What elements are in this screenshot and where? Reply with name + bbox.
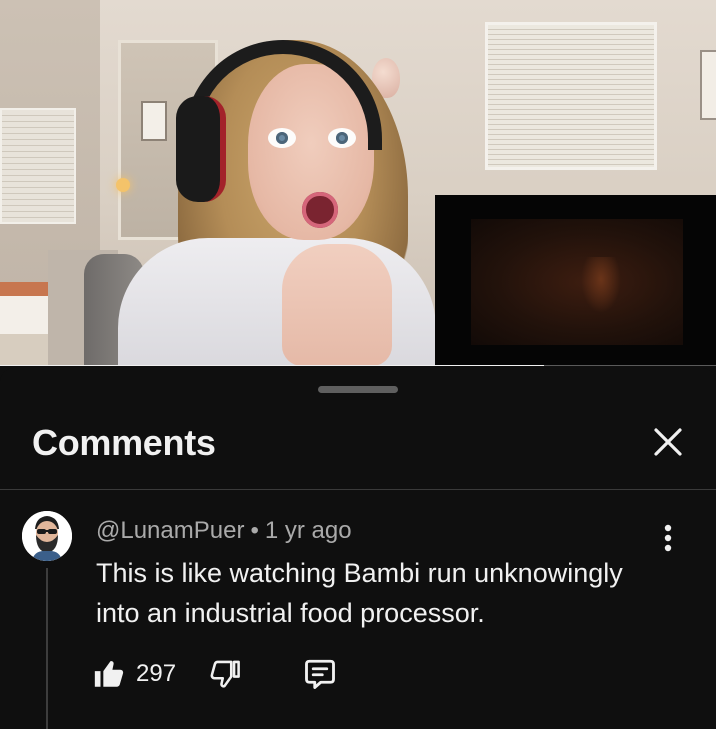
video-window-blind-right — [485, 22, 657, 170]
more-vertical-icon — [664, 524, 672, 552]
video-lamp — [116, 178, 130, 192]
video-inset-clip-frame — [471, 219, 683, 345]
video-headphone-cup — [176, 96, 226, 202]
comment-time: 1 yr ago — [264, 517, 352, 544]
comment-meta: @LunamPuer • 1 yr ago — [96, 517, 352, 545]
video-wall-frame — [700, 50, 716, 120]
more-options-button[interactable] — [652, 518, 684, 558]
video-wall-picture — [141, 101, 167, 141]
like-count: 297 — [136, 660, 177, 687]
video-progress-fill — [0, 365, 545, 366]
comment-text: This is like watching Bambi run unknowin… — [96, 558, 623, 628]
avatar-bearded-man-icon — [22, 511, 72, 561]
reply-button[interactable] — [302, 656, 338, 692]
thumbs-up-icon — [94, 661, 124, 687]
video-inset-clip — [435, 195, 716, 366]
video-person-hand — [282, 244, 392, 366]
meta-separator: • — [250, 517, 259, 544]
video-window-blind-left — [0, 108, 76, 224]
dislike-button[interactable] — [208, 657, 242, 691]
video-progress-bar[interactable] — [0, 365, 716, 366]
video-person-mouth — [302, 192, 338, 228]
reply-thread-line — [46, 568, 48, 729]
comments-title: Comments — [32, 422, 216, 463]
comments-sheet: Comments @LunamPuer • 1 yr ago This is lik… — [0, 368, 716, 729]
comment-author[interactable]: @LunamPuer — [96, 517, 244, 544]
sheet-drag-handle[interactable] — [318, 386, 398, 393]
header-divider — [0, 489, 716, 490]
like-button[interactable] — [92, 657, 126, 691]
comment-actions: 297 — [92, 654, 338, 694]
close-icon — [654, 428, 682, 456]
thumbs-down-icon — [210, 660, 240, 688]
video-player[interactable] — [0, 0, 716, 366]
avatar[interactable] — [22, 511, 72, 561]
reply-comment-icon — [305, 659, 335, 689]
close-button[interactable] — [646, 420, 690, 464]
